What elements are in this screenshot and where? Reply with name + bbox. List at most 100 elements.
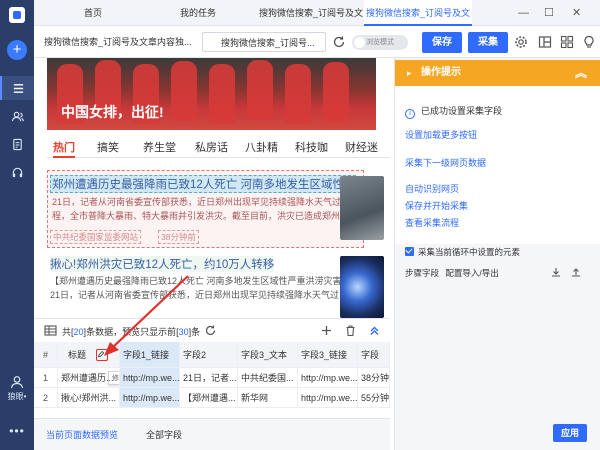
layout-icon[interactable]	[538, 35, 552, 49]
channel-tabs: 热门 搞笑 养生堂 私房话 八卦精 科技咖 财经迷	[47, 136, 390, 158]
data-preview-toolbar: 共[20]条数据，预览只显示前[30]条	[34, 318, 390, 342]
grid-icon[interactable]	[560, 35, 574, 49]
news-source[interactable]: 中共纪委国家监委网站	[50, 230, 142, 244]
data-summary: 共[20]条数据，预览只显示前[30]条	[62, 327, 201, 337]
refresh-icon[interactable]	[332, 35, 346, 49]
url-field[interactable]: 搜狗微信搜索_订阅号...	[202, 32, 326, 52]
table-cell[interactable]: http://mp.we...	[120, 368, 180, 388]
column-header: #	[34, 342, 58, 368]
table-cell[interactable]: 38分钟	[358, 368, 390, 388]
success-message: i 已成功设置采集字段	[405, 104, 502, 119]
table-cell[interactable]: 中共纪委国...	[238, 368, 298, 388]
page-title: 搜狗微信搜索_订阅号及文章内容独...	[44, 37, 192, 47]
table-cell[interactable]: 揪心!郑州洪...	[58, 388, 120, 408]
steps-label: 步骤字段	[405, 268, 440, 278]
news-item[interactable]: 揪心!郑州洪灾已致12人死亡，约10万人转移 【郑州遭遇历史最强降雨已致12人死…	[47, 254, 364, 318]
maximize-icon[interactable]: ☐	[544, 0, 554, 26]
loop-elements-checkbox[interactable]: 采集当前循环中设置的元素	[405, 246, 520, 258]
news-title[interactable]: 郑州遭遇历史最强降雨已致12人死亡 河南多地发生区域性...	[50, 175, 356, 193]
webpage-viewport[interactable]: 中国女排，出征! 热门 搞笑 养生堂 私房话 八卦精 科技咖 财经迷 郑州遭遇历…	[34, 58, 390, 318]
column-header[interactable]: 字段	[358, 342, 390, 368]
tab-task-1[interactable]: 搜狗微信搜索_订阅号及文✕	[258, 0, 364, 44]
table-icon	[44, 325, 57, 336]
checkbox-checked-icon[interactable]	[405, 247, 414, 256]
tip-link-next-level[interactable]: 采集下一级网页数据	[405, 156, 486, 169]
channel-tab[interactable]: 八卦精	[245, 139, 278, 155]
refresh-icon[interactable]	[204, 324, 217, 337]
news-item-selected[interactable]: 郑州遭遇历史最强降雨已致12人死亡 河南多地发生区域性... 21日，记者从河南…	[47, 170, 364, 248]
app-logo-icon	[9, 7, 25, 23]
table-cell[interactable]: http://mp.we...	[120, 388, 180, 408]
channel-tab[interactable]: 热门	[53, 139, 75, 158]
column-header[interactable]: 字段1_链接	[120, 342, 180, 368]
table-cell[interactable]: 55分钟	[358, 388, 390, 408]
news-thumbnail[interactable]	[340, 176, 384, 240]
tab-bar: 首页 我的任务 搜狗微信搜索_订阅号及文✕ 搜狗微信搜索_订阅号及文✕ — ☐ …	[34, 0, 600, 44]
channel-tab[interactable]: 搞笑	[97, 139, 119, 155]
tip-panel: 操作提示 ︽ i已成功设置采集字段 设置加载更多按钮 采集下一级网页数据 自动识…	[394, 58, 600, 450]
column-header[interactable]: 字段3_链接	[298, 342, 358, 368]
plus-icon[interactable]: +	[7, 40, 27, 60]
tip-panel-header[interactable]: 操作提示 ︽	[395, 60, 600, 86]
table-cell[interactable]: 郑州遭遇历...	[58, 368, 120, 388]
avatar-icon[interactable]	[10, 375, 24, 389]
channel-tab[interactable]: 科技咖	[295, 139, 328, 155]
tip-link-load-more[interactable]: 设置加载更多按钮	[405, 128, 477, 141]
config-import-export-link[interactable]: 配置导入/导出	[445, 268, 498, 278]
save-button[interactable]: 保存	[422, 32, 462, 53]
user-name[interactable]: 狼眼•	[0, 391, 34, 402]
tab-all-fields[interactable]: 全部字段	[146, 428, 182, 441]
edit-pencil-icon[interactable]	[96, 349, 108, 361]
column-header[interactable]: 字段2	[180, 342, 238, 368]
download-icon[interactable]	[551, 267, 561, 277]
column-header[interactable]: 字段3_文本	[238, 342, 298, 368]
tab-my-tasks[interactable]: 我的任务	[138, 0, 258, 26]
tab-home[interactable]: 首页	[48, 0, 138, 26]
minimize-icon[interactable]: —	[518, 0, 529, 26]
table-cell[interactable]: 21日，记者...	[180, 368, 238, 388]
tip-link-save-start[interactable]: 保存并开始采集	[405, 199, 468, 212]
news-title[interactable]: 揪心!郑州洪灾已致12人死亡，约10万人转移	[50, 256, 275, 272]
total-count: 20	[73, 327, 84, 337]
url-text: 搜狗微信搜索_订阅号...	[221, 38, 315, 48]
collapse-chevron-icon[interactable]	[368, 324, 381, 337]
gear-icon[interactable]	[514, 35, 528, 49]
news-summary[interactable]: 21日，记者从河南省委宣传部获悉，近日郑州出现罕见持续强降水天气过程，全市普降大…	[52, 195, 358, 223]
tip-link-view-flow[interactable]: 查看采集流程	[405, 216, 459, 229]
tab-current-page-preview[interactable]: 当前页面数据预览	[46, 428, 118, 441]
table-cell[interactable]: 【郑州遭遇...	[180, 388, 238, 408]
apply-button[interactable]: 应用	[553, 424, 587, 442]
column-header[interactable]: 标题	[58, 342, 120, 368]
collapse-chevron-icon[interactable]: ︽	[575, 60, 587, 86]
users-icon[interactable]	[0, 104, 34, 128]
upload-icon[interactable]	[571, 267, 581, 277]
menu-icon[interactable]	[0, 76, 34, 100]
data-table: # 标题 字段1_链接 字段2 字段3_文本 字段3_链接 字段 修改字段名称 …	[34, 342, 390, 418]
table-cell: 1	[34, 368, 58, 388]
news-summary[interactable]: 【郑州遭遇历史最强降雨已致12人死亡 河南多地发生区域性严重洪涝灾害】21日，记…	[50, 274, 356, 302]
bottom-tab-bar: 当前页面数据预览 全部字段	[34, 418, 390, 450]
news-thumbnail[interactable]	[340, 256, 384, 318]
tip-link-auto-detect[interactable]: 自动识别网页	[405, 182, 459, 195]
news-time[interactable]: 38分钟前	[158, 230, 199, 244]
table-cell[interactable]: http://mp.we...	[298, 368, 358, 388]
delete-icon[interactable]	[344, 324, 357, 337]
channel-tab[interactable]: 私房话	[195, 139, 228, 155]
document-icon[interactable]	[0, 132, 34, 156]
tip-panel-body: i 已成功设置采集字段 设置加载更多按钮 采集下一级网页数据 自动识别网页 保存并…	[395, 86, 600, 244]
banner-image[interactable]: 中国女排，出征!	[47, 58, 376, 130]
headset-icon[interactable]	[0, 160, 34, 184]
add-field-icon[interactable]	[320, 324, 333, 337]
table-cell[interactable]: http://mp.we...	[298, 388, 358, 408]
channel-tab[interactable]: 财经迷	[345, 139, 378, 155]
info-icon: i	[405, 109, 415, 119]
browse-mode-toggle[interactable]: 浏览模式	[352, 35, 408, 50]
table-cell: 2	[34, 388, 58, 408]
more-icon[interactable]: •••	[0, 424, 34, 438]
tab-task-2[interactable]: 搜狗微信搜索_订阅号及文✕	[364, 0, 472, 44]
close-window-icon[interactable]: ✕	[572, 0, 581, 26]
lightbulb-icon[interactable]	[582, 35, 596, 49]
table-cell[interactable]: 新华网	[238, 388, 298, 408]
collect-button[interactable]: 采集	[468, 32, 508, 53]
channel-tab[interactable]: 养生堂	[143, 139, 176, 155]
